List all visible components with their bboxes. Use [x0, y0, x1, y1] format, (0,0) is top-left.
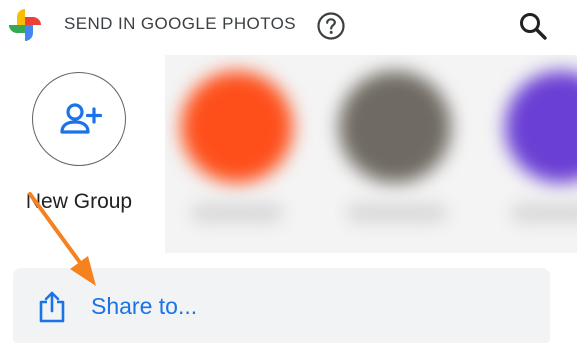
new-group-circle — [32, 72, 126, 166]
google-photos-logo-icon — [9, 9, 41, 41]
contact-item[interactable] — [481, 55, 577, 253]
contact-name-placeholder — [347, 203, 447, 223]
suggested-contacts-list — [165, 55, 577, 253]
contact-name-placeholder — [191, 203, 283, 223]
share-upload-icon — [39, 291, 65, 323]
help-icon[interactable] — [316, 11, 346, 41]
search-icon[interactable] — [516, 9, 550, 43]
contact-avatar — [181, 71, 293, 183]
contact-avatar — [339, 71, 451, 183]
share-to-button[interactable]: Share to... — [13, 268, 550, 343]
contact-item[interactable] — [321, 55, 471, 253]
contact-name-placeholder — [511, 203, 577, 223]
contact-item[interactable] — [165, 55, 315, 253]
new-group-button[interactable]: New Group — [18, 72, 148, 222]
contact-avatar — [505, 71, 577, 183]
share-to-label: Share to... — [91, 293, 198, 319]
new-group-label: New Group — [25, 190, 133, 213]
header-title: SEND IN GOOGLE PHOTOS — [64, 14, 296, 33]
send-in-google-photos-screen: SEND IN GOOGLE PHOTOS New Group Share to… — [0, 0, 577, 343]
add-people-icon — [60, 103, 103, 134]
